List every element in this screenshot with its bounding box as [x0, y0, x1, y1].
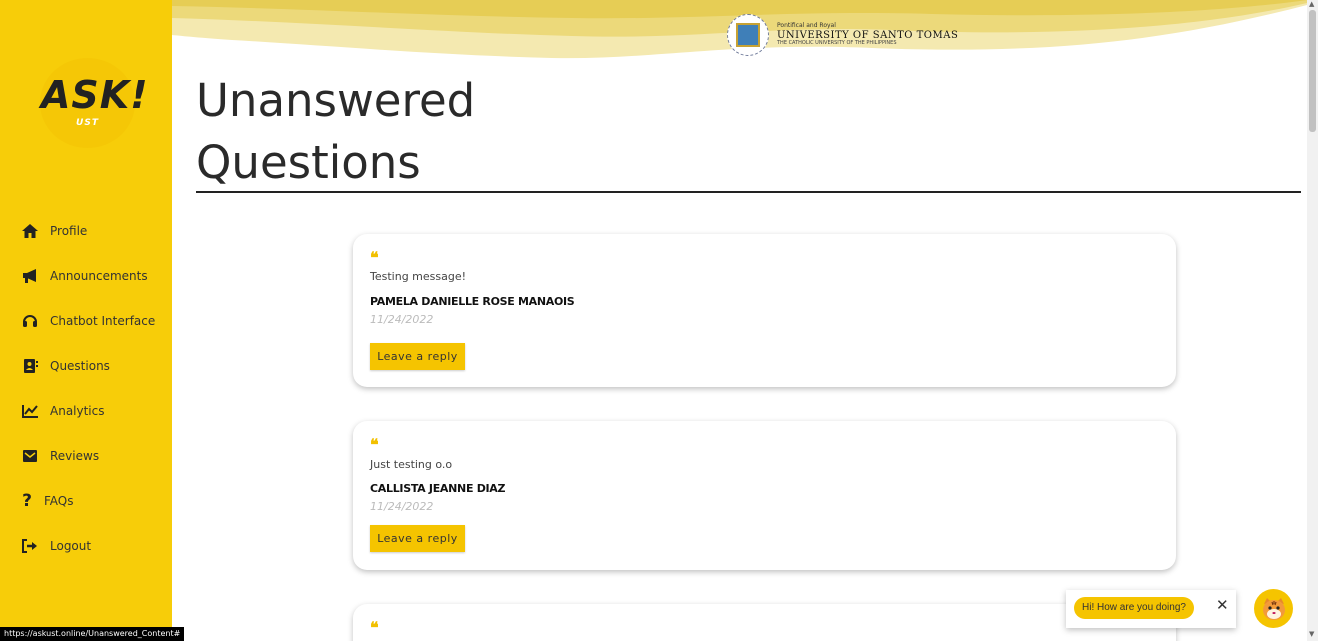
quote-icon: ❝ — [370, 248, 379, 267]
line-chart-icon — [20, 401, 40, 421]
page-scrollbar[interactable]: ▲ ▼ — [1307, 0, 1318, 641]
question-author: PAMELA DANIELLE ROSE MANAOIS — [370, 295, 575, 308]
question-message: Testing message! — [370, 270, 467, 283]
logo-sub-text: UST — [76, 118, 99, 128]
sign-out-icon — [20, 536, 40, 556]
page-title-line2: Questions — [196, 136, 421, 189]
header-banner: Pontifical and Royal UNIVERSITY OF SANTO… — [172, 0, 1307, 70]
chat-greeting-bubble[interactable]: Hi! How are you doing? — [1074, 597, 1194, 619]
leave-reply-button[interactable]: Leave a reply — [370, 525, 465, 552]
question-card: ❝ Just testing o.o CALLISTA JEANNE DIAZ … — [353, 421, 1176, 570]
question-mark-icon: ? — [22, 490, 32, 511]
scroll-up-arrow-icon[interactable]: ▲ — [1309, 0, 1314, 8]
contact-card-icon — [20, 356, 40, 376]
ask-ust-logo[interactable]: ASK! UST — [40, 58, 149, 148]
sidebar: ASK! UST Profile Announcements Chatbot I… — [0, 0, 172, 641]
question-author: CALLISTA JEANNE DIAZ — [370, 482, 506, 495]
sidebar-item-analytics[interactable]: Analytics — [0, 388, 172, 433]
sidebar-item-faqs[interactable]: ? FAQs — [0, 478, 172, 523]
question-message: Just testing o.o — [370, 458, 453, 471]
question-card: ❝ — [353, 604, 1176, 641]
sidebar-item-label: Announcements — [50, 268, 148, 283]
sidebar-nav: Profile Announcements Chatbot Interface … — [0, 208, 172, 568]
page-title-line1: Unanswered — [196, 74, 476, 127]
logo-main-text: ASK! — [41, 73, 149, 117]
sidebar-item-label: Logout — [50, 538, 92, 553]
leave-reply-button[interactable]: Leave a reply — [370, 343, 465, 370]
status-bar-url: https://askust.online/Unanswered_Content… — [0, 627, 185, 641]
page-title: Unanswered Questions — [196, 70, 696, 194]
sidebar-item-label: Analytics — [50, 403, 105, 418]
sidebar-item-label: Reviews — [50, 448, 100, 463]
sidebar-item-label: Questions — [50, 358, 110, 373]
sidebar-item-questions[interactable]: Questions — [0, 343, 172, 388]
question-card: ❝ Testing message! PAMELA DANIELLE ROSE … — [353, 234, 1176, 387]
university-subtitle: THE CATHOLIC UNIVERSITY OF THE PHILIPPIN… — [777, 40, 897, 47]
scroll-down-arrow-icon[interactable]: ▼ — [1309, 630, 1314, 638]
home-icon — [20, 221, 40, 241]
sidebar-item-logout[interactable]: Logout — [0, 523, 172, 568]
close-icon[interactable]: ✕ — [1216, 596, 1229, 614]
headset-icon — [20, 311, 40, 331]
sidebar-item-chatbot-interface[interactable]: Chatbot Interface — [0, 298, 172, 343]
ust-seal-icon — [727, 14, 769, 56]
megaphone-icon — [20, 266, 40, 286]
quote-icon: ❝ — [370, 618, 379, 637]
envelope-icon — [20, 446, 40, 466]
sidebar-item-label: Chatbot Interface — [50, 313, 156, 328]
quote-icon: ❝ — [370, 435, 379, 454]
sidebar-item-profile[interactable]: Profile — [0, 208, 172, 253]
question-date: 11/24/2022 — [370, 500, 434, 513]
chatbot-avatar-button[interactable] — [1254, 589, 1293, 628]
sidebar-item-label: Profile — [50, 223, 88, 238]
title-divider — [196, 191, 1301, 193]
chat-greeting-popup: Hi! How are you doing? ✕ — [1066, 590, 1236, 628]
scrollbar-thumb[interactable] — [1309, 10, 1316, 132]
university-tagline: Pontifical and Royal — [777, 22, 836, 30]
question-date: 11/24/2022 — [370, 313, 434, 326]
university-brand[interactable]: Pontifical and Royal UNIVERSITY OF SANTO… — [727, 14, 958, 56]
tiger-mascot-icon — [1262, 597, 1285, 620]
sidebar-item-announcements[interactable]: Announcements — [0, 253, 172, 298]
sidebar-item-reviews[interactable]: Reviews — [0, 433, 172, 478]
sidebar-item-label: FAQs — [44, 493, 74, 508]
